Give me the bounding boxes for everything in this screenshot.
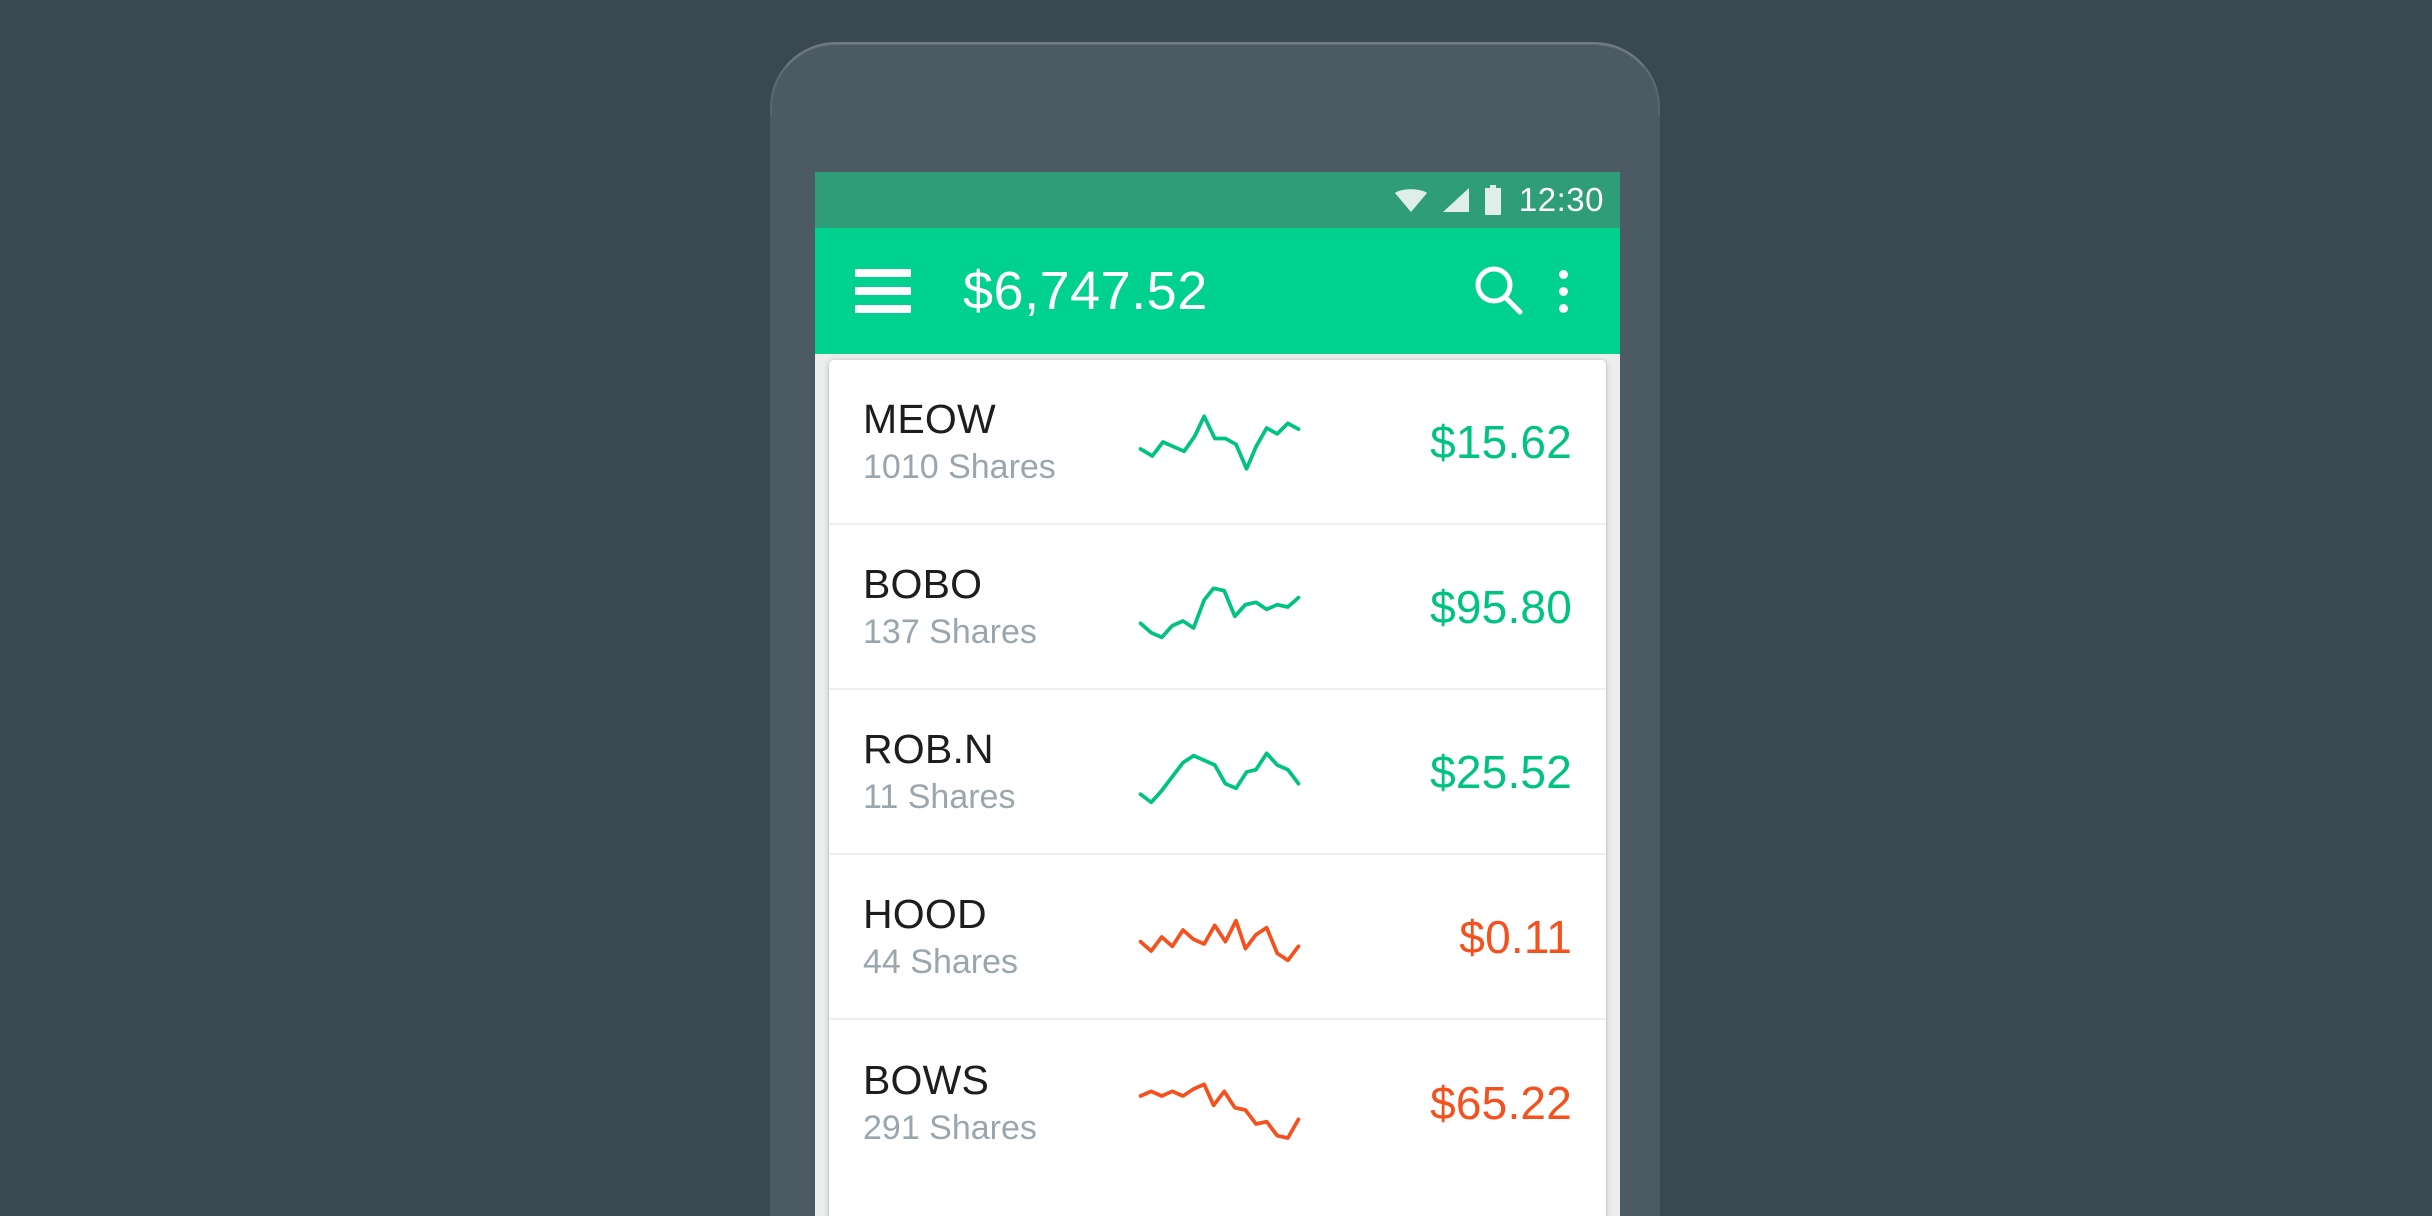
stock-identity: HOOD 44 Shares [863,890,1133,981]
sparkline-chart [1133,1061,1357,1145]
portfolio-list-card: MEOW 1010 Shares $15.62 BOBO 137 Shares $95.8… [829,360,1606,1216]
stock-ticker: HOOD [863,890,987,937]
battery-icon [1483,185,1503,215]
hamburger-bar [855,287,911,295]
stock-share-count: 11 Shares [863,777,1016,816]
table-row[interactable]: ROB.N 11 Shares $25.52 [829,690,1606,855]
sparkline-chart [1133,565,1357,649]
portfolio-total-title: $6,747.52 [963,261,1208,321]
overflow-dot [1558,269,1568,279]
hamburger-bar [855,305,911,313]
status-bar-clock: 12:30 [1518,181,1604,218]
stock-identity: BOWS 291 Shares [863,1056,1133,1147]
cellular-signal-icon [1441,186,1471,214]
table-row[interactable]: MEOW 1010 Shares $15.62 [829,360,1606,525]
overflow-dot [1558,303,1568,313]
sparkline-chart [1133,895,1357,979]
stock-ticker: MEOW [863,395,996,442]
app-bar: $6,747.52 [815,228,1620,354]
stock-price: $65.22 [1430,1076,1572,1129]
phone-screen: 12:30 $6,747.52 MEOW 1010 Shares $15.62 BOB… [815,172,1620,1216]
stock-price: $15.62 [1430,415,1572,468]
stock-price: $95.80 [1430,580,1572,633]
stock-share-count: 1010 Shares [863,447,1056,486]
stock-price: $0.11 [1459,910,1572,963]
stock-share-count: 44 Shares [863,942,1018,981]
stock-share-count: 291 Shares [863,1108,1037,1147]
table-row[interactable]: HOOD 44 Shares $0.11 [829,855,1606,1020]
stock-identity: MEOW 1010 Shares [863,395,1133,486]
search-icon[interactable] [1470,262,1528,320]
stock-identity: ROB.N 11 Shares [863,725,1133,816]
stock-ticker: ROB.N [863,725,994,772]
table-row[interactable]: BOWS 291 Shares $65.22 [829,1020,1606,1185]
stock-ticker: BOBO [863,560,983,607]
stock-share-count: 137 Shares [863,612,1037,651]
hamburger-bar [855,269,911,277]
hamburger-menu-icon[interactable] [855,269,911,313]
wifi-icon [1393,186,1429,214]
stock-identity: BOBO 137 Shares [863,560,1133,651]
table-row[interactable]: BOBO 137 Shares $95.80 [829,525,1606,690]
sparkline-chart [1133,730,1357,814]
overflow-dot [1558,286,1568,296]
stock-ticker: BOWS [863,1056,990,1103]
sparkline-chart [1133,400,1357,484]
stock-price: $25.52 [1430,745,1572,798]
status-bar: 12:30 [815,172,1620,228]
overflow-menu-icon[interactable] [1542,262,1584,320]
